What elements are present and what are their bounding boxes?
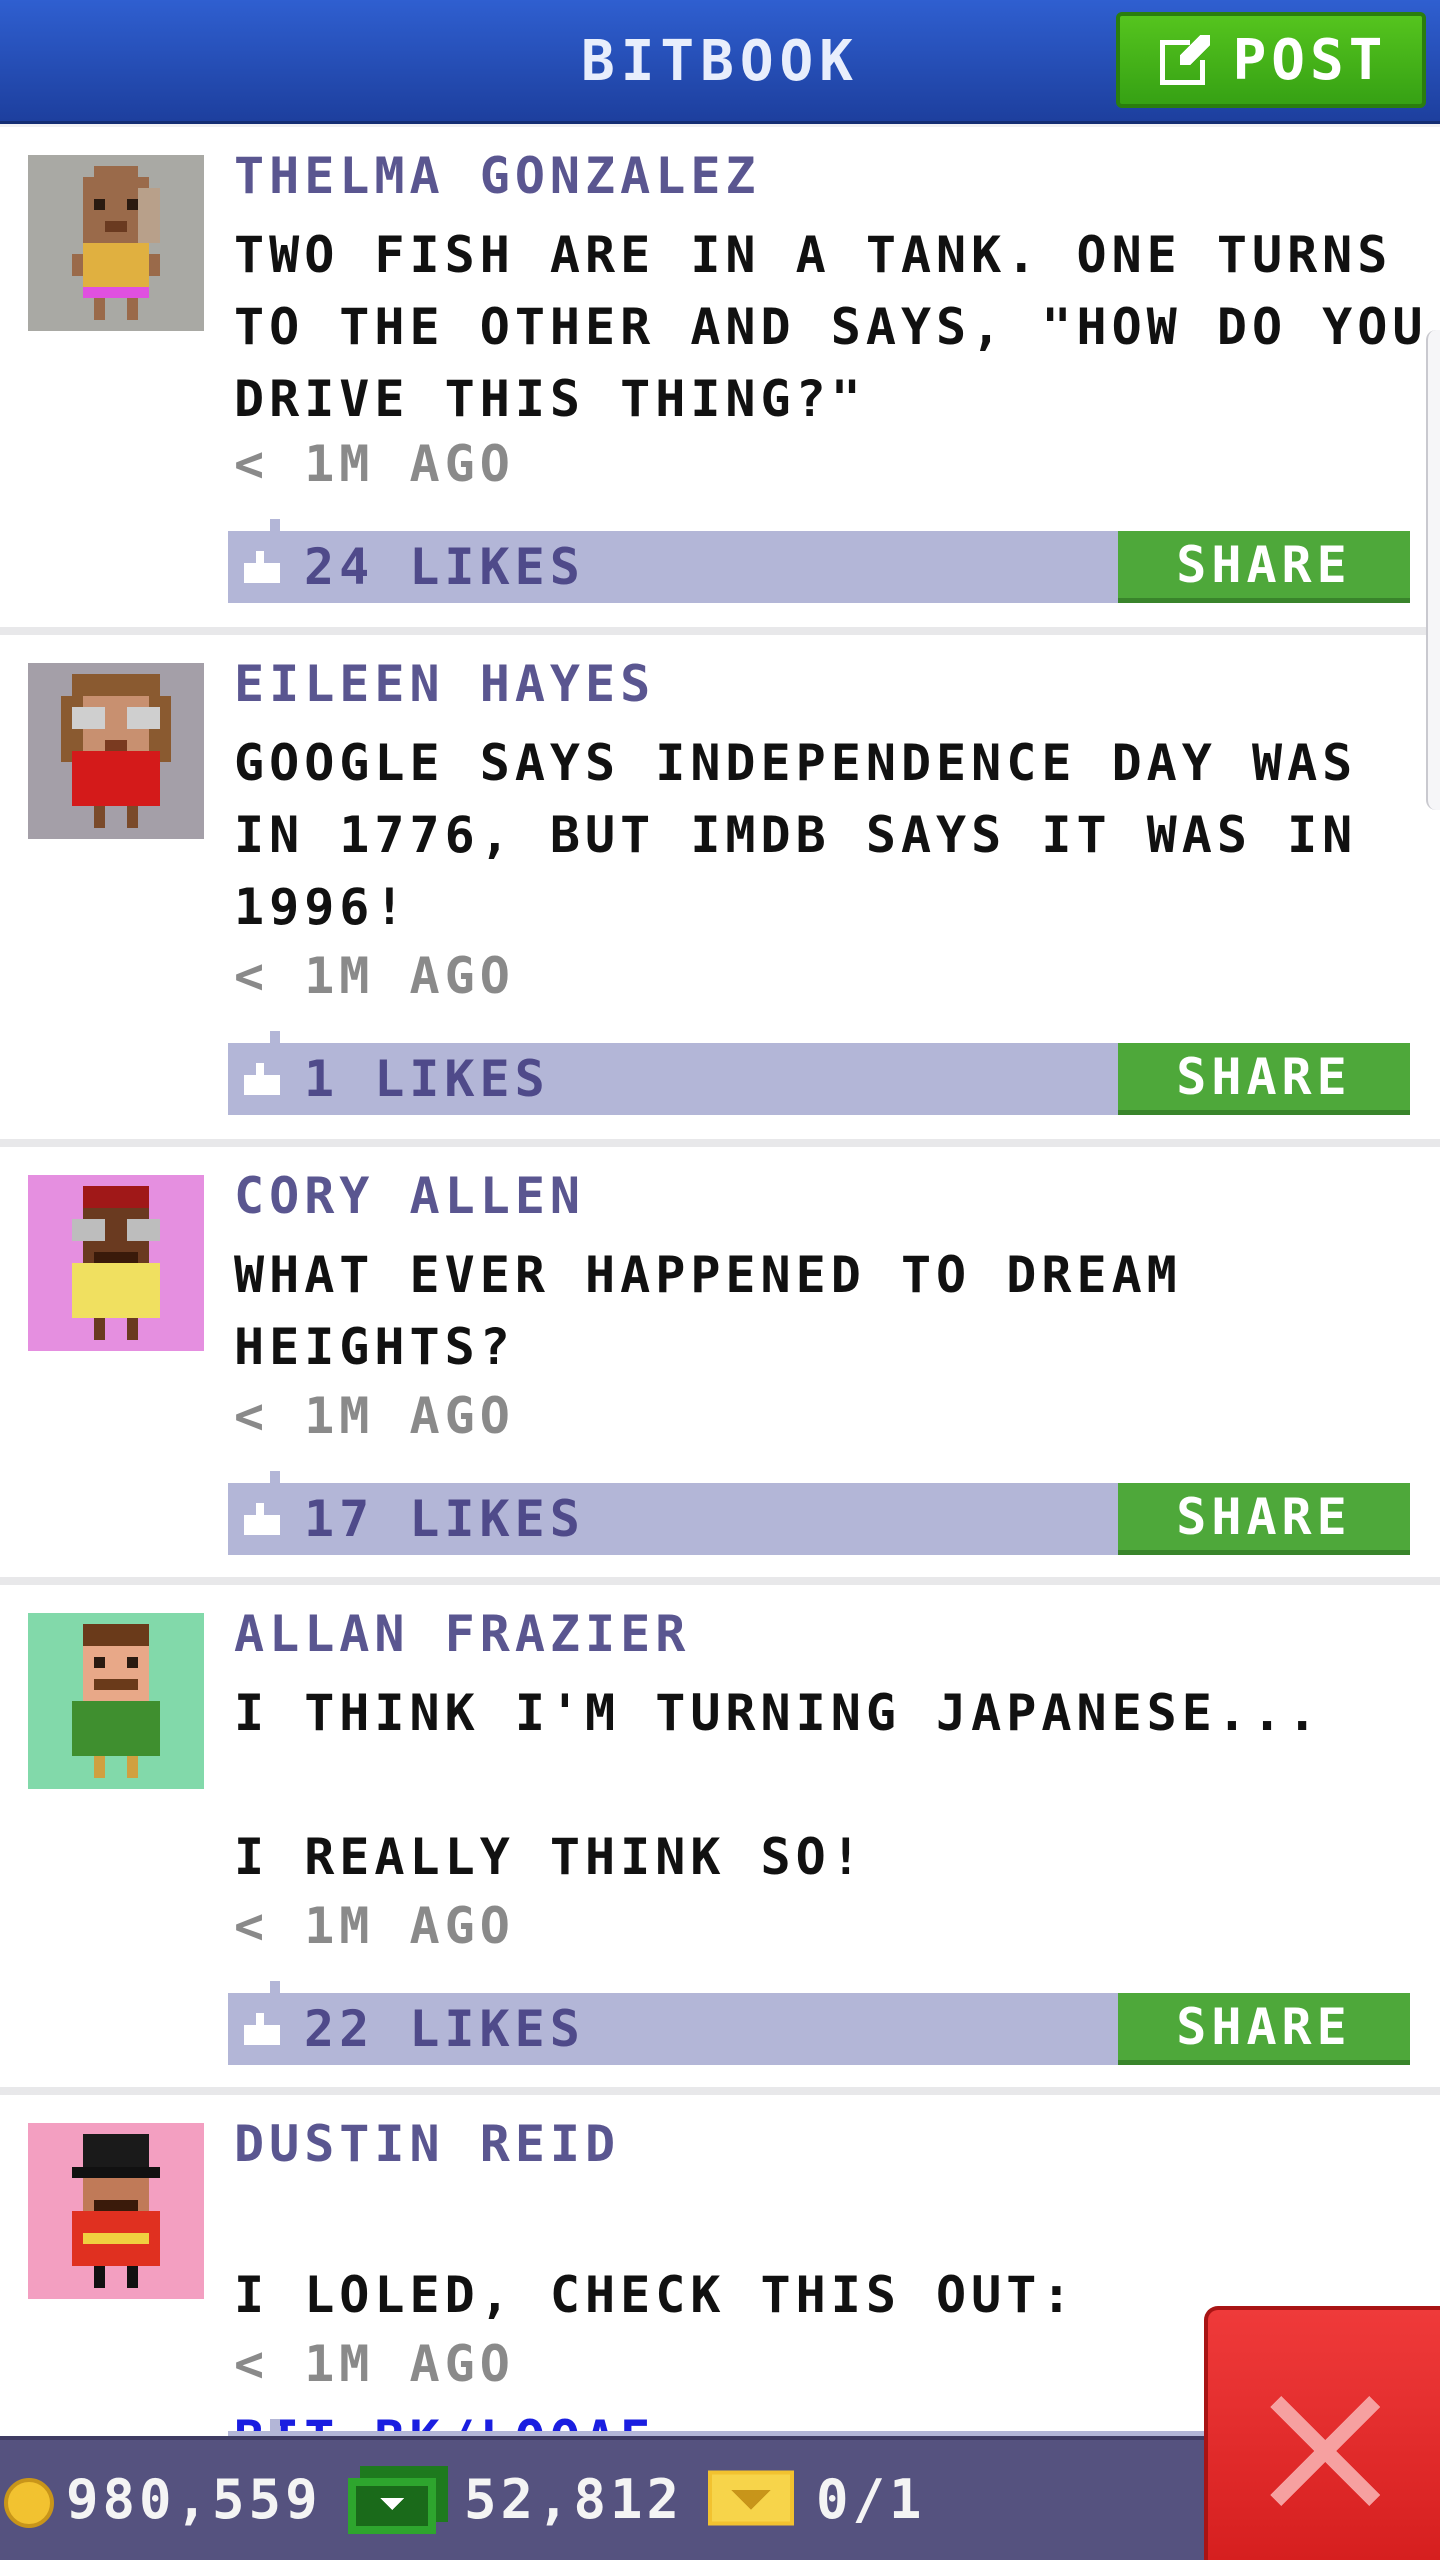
share-button[interactable]: SHARE [1118,1483,1410,1555]
ticket-icon [708,2470,794,2526]
close-button[interactable] [1204,2306,1440,2560]
close-icon [1270,2396,1380,2506]
post-divider [0,1139,1440,1147]
likes-count: 22 LIKES [304,2000,585,2058]
feed-list[interactable]: THELMA GONZALEZ TWO FISH ARE IN A TANK. … [0,127,1440,2437]
likes-count: 1 LIKES [304,1050,550,1108]
compose-icon [1159,35,1210,85]
post-timestamp: < 1M AGO [234,435,515,493]
share-button[interactable]: SHARE [1118,1043,1410,1115]
feed-post: THELMA GONZALEZ TWO FISH ARE IN A TANK. … [0,127,1440,627]
post-author: CORY ALLEN [234,1167,586,1225]
coins-count: 980,559 [66,2468,322,2531]
avatar[interactable] [28,1175,204,1351]
scrollbar[interactable] [1426,330,1440,810]
post-author: EILEEN HAYES [234,655,656,713]
post-divider [0,1577,1440,1585]
post-author: DUSTIN REID [234,2115,621,2173]
like-bar[interactable]: 1 LIKES SHARE [228,1031,1410,1115]
like-icon [244,551,280,583]
post-divider [0,627,1440,635]
avatar[interactable] [28,1613,204,1789]
feed-post: EILEEN HAYES GOOGLE SAYS INDEPENDENCE DA… [0,635,1440,1139]
likes-count: 17 LIKES [304,1490,585,1548]
feed-post: ALLAN FRAZIER I THINK I'M TURNING JAPANE… [0,1585,1440,2087]
post-author: THELMA GONZALEZ [234,147,761,205]
post-button[interactable]: POST [1116,12,1426,108]
post-timestamp: < 1M AGO [234,2335,515,2393]
likes-count: 24 LIKES [304,538,585,596]
post-text: I THINK I'M TURNING JAPANESE... I REALLY… [234,1684,1323,1886]
post-text: WHAT EVER HAPPENED TO DREAM HEIGHTS? [234,1246,1182,1376]
like-icon [244,2013,280,2045]
bux-icon [348,2466,448,2534]
share-button[interactable]: SHARE [1118,1993,1410,2065]
like-bar[interactable]: 17 LIKES SHARE [228,1471,1410,1555]
like-icon [244,1503,280,1535]
post-timestamp: < 1M AGO [234,1897,515,1955]
post-text: TWO FISH ARE IN A TANK. ONE TURNS TO THE… [234,226,1428,428]
post-timestamp: < 1M AGO [234,947,515,1005]
post-divider [0,2087,1440,2095]
post-author: ALLAN FRAZIER [234,1605,691,1663]
like-bar[interactable]: 22 LIKES SHARE [228,1981,1410,2065]
bux-count: 52,812 [464,2468,684,2531]
app-header: BITBOOK POST [0,0,1440,124]
post-text: GOOGLE SAYS INDEPENDENCE DAY WAS IN 1776… [234,734,1358,936]
share-button[interactable]: SHARE [1118,531,1410,603]
avatar[interactable] [28,2123,204,2299]
avatar[interactable] [28,155,204,331]
like-bar[interactable]: 24 LIKES SHARE [228,519,1410,603]
avatar[interactable] [28,663,204,839]
post-text-content: I LOLED, CHECK THIS OUT: [234,2266,1077,2324]
post-button-label: POST [1232,27,1388,93]
tickets-count: 0/1 [816,2468,926,2531]
post-timestamp: < 1M AGO [234,1387,515,1445]
coin-icon [4,2478,54,2528]
feed-post: CORY ALLEN WHAT EVER HAPPENED TO DREAM H… [0,1147,1440,1577]
like-icon [244,1063,280,1095]
